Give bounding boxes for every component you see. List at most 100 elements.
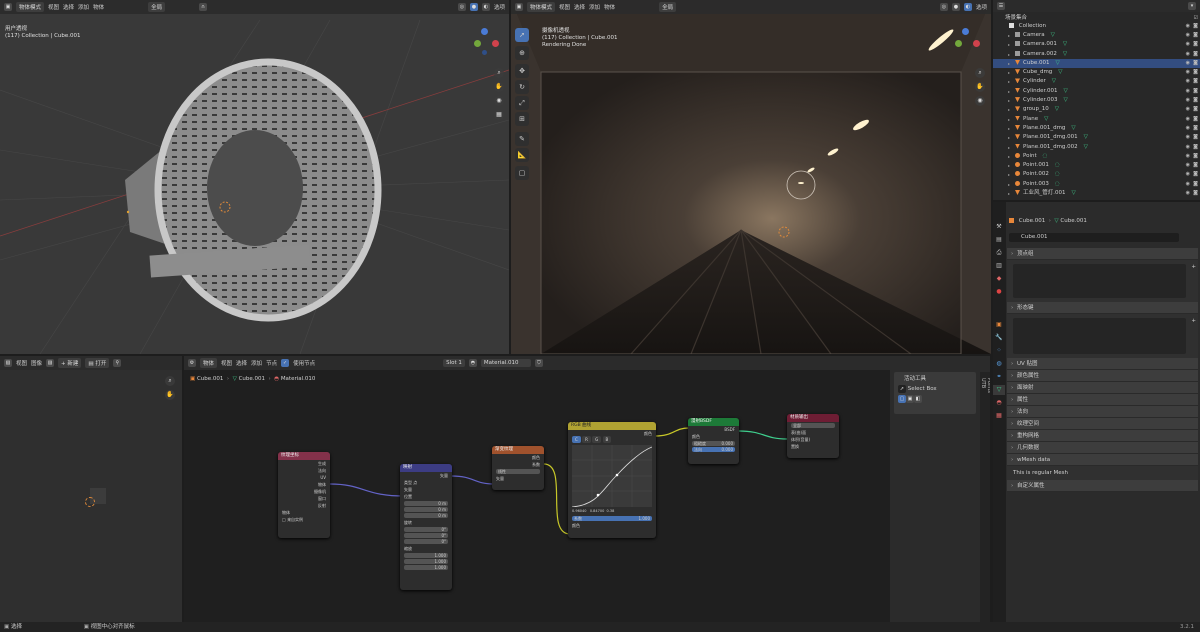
rotation-y[interactable]: 0°: [404, 533, 448, 538]
menu-view[interactable]: 视图: [559, 3, 570, 11]
select-subtract-icon[interactable]: ◧: [914, 395, 922, 403]
input-color[interactable]: 颜色: [688, 433, 739, 440]
axis-x-icon[interactable]: [973, 40, 980, 47]
visibility-eye-icon[interactable]: ◉: [1186, 31, 1190, 40]
overlay-icon[interactable]: ◎: [939, 3, 948, 11]
axis-z-icon[interactable]: [481, 28, 488, 35]
visibility-eye-icon[interactable]: ◉: [1186, 50, 1190, 59]
location-x[interactable]: 0 m: [404, 501, 448, 506]
visibility-eye-icon[interactable]: ◉: [1186, 96, 1190, 105]
input-surface[interactable]: 表(曲)面: [787, 429, 839, 436]
constraint-tab-icon[interactable]: ⚭: [993, 372, 1005, 382]
editor-type-icon[interactable]: ▣: [4, 3, 12, 11]
output-color[interactable]: 颜色: [492, 454, 544, 461]
visibility-eye-icon[interactable]: ◉: [1186, 40, 1190, 49]
camera-view-icon[interactable]: ◉: [494, 96, 504, 106]
data-icon[interactable]: ▽: [1044, 116, 1048, 122]
sidebar-tab[interactable]: Points: [986, 376, 990, 417]
node-material-output[interactable]: 材质输出 全部 表(曲)面 体积(音量) 置换: [787, 414, 839, 458]
panel-remesh[interactable]: 重构网格: [1007, 430, 1198, 442]
data-icon[interactable]: ◌: [1055, 171, 1060, 177]
menu-view[interactable]: 视图: [16, 359, 27, 367]
measure-tool-icon[interactable]: 📐: [515, 148, 529, 162]
visibility-eye-icon[interactable]: ◉: [1186, 68, 1190, 77]
outliner-item[interactable]: ▸ Cube_dmg ▽ ◉ ◙: [993, 68, 1200, 77]
data-icon[interactable]: ▽: [1063, 51, 1067, 57]
output-generated[interactable]: 生成: [278, 460, 330, 467]
add-cube-tool-icon[interactable]: ▢: [515, 166, 529, 180]
render-tab-icon[interactable]: ▤: [993, 235, 1005, 245]
pan-hand-icon[interactable]: ✋: [975, 82, 985, 92]
scale-tool-icon[interactable]: ⤢: [515, 96, 529, 110]
scale-y[interactable]: 1.000: [404, 559, 448, 564]
modifier-tab-icon[interactable]: 🔧: [993, 333, 1005, 343]
panel-attributes[interactable]: 属性: [1007, 394, 1198, 406]
visibility-eye-icon[interactable]: ◉: [1186, 105, 1190, 114]
data-icon[interactable]: ◌: [1055, 181, 1060, 187]
node-editor[interactable]: ⚙ 物体 视图 选择 添加 节点 ✓ 使用节点 Slot 1 ◓ Materia…: [184, 356, 990, 622]
visibility-eye-icon[interactable]: ◉: [1186, 189, 1190, 198]
data-icon[interactable]: ◌: [1055, 162, 1060, 168]
output-bsdf[interactable]: BSDF: [688, 426, 739, 433]
open-image-button[interactable]: ▤ 打开: [85, 358, 110, 368]
visibility-eye-icon[interactable]: ◉: [1186, 59, 1190, 68]
panel-color-attributes[interactable]: 颜色属性: [1007, 370, 1198, 382]
render-camera-icon[interactable]: ◙: [1193, 96, 1198, 105]
expand-arrow-icon[interactable]: ▸: [1008, 189, 1010, 198]
camera-view-icon[interactable]: ◉: [975, 96, 985, 106]
render-camera-icon[interactable]: ◙: [1193, 152, 1198, 161]
zoom-icon[interactable]: ⌕: [975, 68, 985, 78]
output-vector[interactable]: 矢量: [400, 472, 452, 479]
outliner-item[interactable]: ▸ Cube.001 ▽ ◉ ◙: [993, 58, 1200, 69]
output-uv[interactable]: UV: [278, 474, 330, 481]
axis-z-icon[interactable]: [962, 28, 969, 35]
annotate-tool-icon[interactable]: ✎: [515, 132, 529, 146]
scale-z[interactable]: 1.000: [404, 565, 448, 570]
render-camera-icon[interactable]: ◙: [1193, 124, 1198, 133]
outliner-item[interactable]: ▸ Point ◌ ◉ ◙: [993, 152, 1200, 161]
render-camera-icon[interactable]: ◙: [1193, 170, 1198, 179]
render-camera-icon[interactable]: ◙: [1193, 40, 1198, 49]
pin-icon[interactable]: ⚲: [113, 359, 122, 367]
panel-custom-properties[interactable]: 自定义属性: [1007, 480, 1198, 492]
data-icon[interactable]: ▽: [1063, 41, 1067, 47]
output-factor[interactable]: 系数: [492, 461, 544, 468]
render-camera-icon[interactable]: ◙: [1193, 189, 1198, 198]
scene-tab-icon[interactable]: ◆: [993, 274, 1005, 284]
cursor-tool-icon[interactable]: ⊕: [515, 46, 529, 60]
snap-icon[interactable]: ∩: [199, 3, 208, 11]
target-dropdown[interactable]: 全部: [791, 423, 835, 428]
visibility-eye-icon[interactable]: ◉: [1186, 115, 1190, 124]
location-y[interactable]: 0 m: [404, 507, 448, 512]
outliner-item[interactable]: ▸ Plane ▽ ◉ ◙: [993, 115, 1200, 124]
outliner-item[interactable]: ▸ Camera.002 ▽ ◉ ◙: [993, 50, 1200, 59]
outliner-item[interactable]: ▸ Plane.001_dmg ▽ ◉ ◙: [993, 124, 1200, 133]
axis-gizmo[interactable]: [951, 28, 981, 58]
options-menu[interactable]: 选项: [494, 3, 505, 11]
panel-normals[interactable]: 法向: [1007, 406, 1198, 418]
outliner-item[interactable]: ▸ Point.002 ◌ ◉ ◙: [993, 170, 1200, 179]
data-icon[interactable]: ▽: [1051, 32, 1055, 38]
zoom-icon[interactable]: ⌕: [494, 68, 504, 78]
render-camera-icon[interactable]: ◙: [1193, 59, 1198, 68]
select-box-row[interactable]: ➚ Select Box: [894, 384, 976, 395]
outliner-item[interactable]: ▸ Camera.001 ▽ ◉ ◙: [993, 40, 1200, 49]
render-camera-icon[interactable]: ◙: [1193, 180, 1198, 189]
outliner-item[interactable]: ▸ Camera ▽ ◉ ◙: [993, 31, 1200, 40]
expand-arrow-icon[interactable]: ▸: [1008, 161, 1010, 170]
view-layer-tab-icon[interactable]: ▥: [993, 261, 1005, 271]
shading-material-icon[interactable]: ◐: [481, 3, 490, 11]
menu-select[interactable]: 选择: [574, 3, 585, 11]
visibility-eye-icon[interactable]: ◉: [1186, 161, 1190, 170]
render-camera-icon[interactable]: ◙: [1193, 50, 1198, 59]
visibility-eye-icon[interactable]: ◉: [1186, 133, 1190, 142]
expand-arrow-icon[interactable]: ▸: [1008, 31, 1010, 40]
shading-rendered-icon[interactable]: ◐: [963, 3, 972, 11]
overlay-icon[interactable]: ◎: [457, 3, 466, 11]
factor-field[interactable]: 系数 1.000: [572, 516, 652, 521]
panel-texture-space[interactable]: 纹理空间: [1007, 418, 1198, 430]
menu-select[interactable]: 选择: [63, 3, 74, 11]
output-tab-icon[interactable]: ⎙: [993, 248, 1005, 258]
node-diffuse-bsdf[interactable]: 漫射BSDF BSDF 颜色 粗糙度 0.000 法向 0.000: [688, 418, 739, 464]
from-instancer-checkbox[interactable]: □ 来自实例: [278, 516, 330, 523]
